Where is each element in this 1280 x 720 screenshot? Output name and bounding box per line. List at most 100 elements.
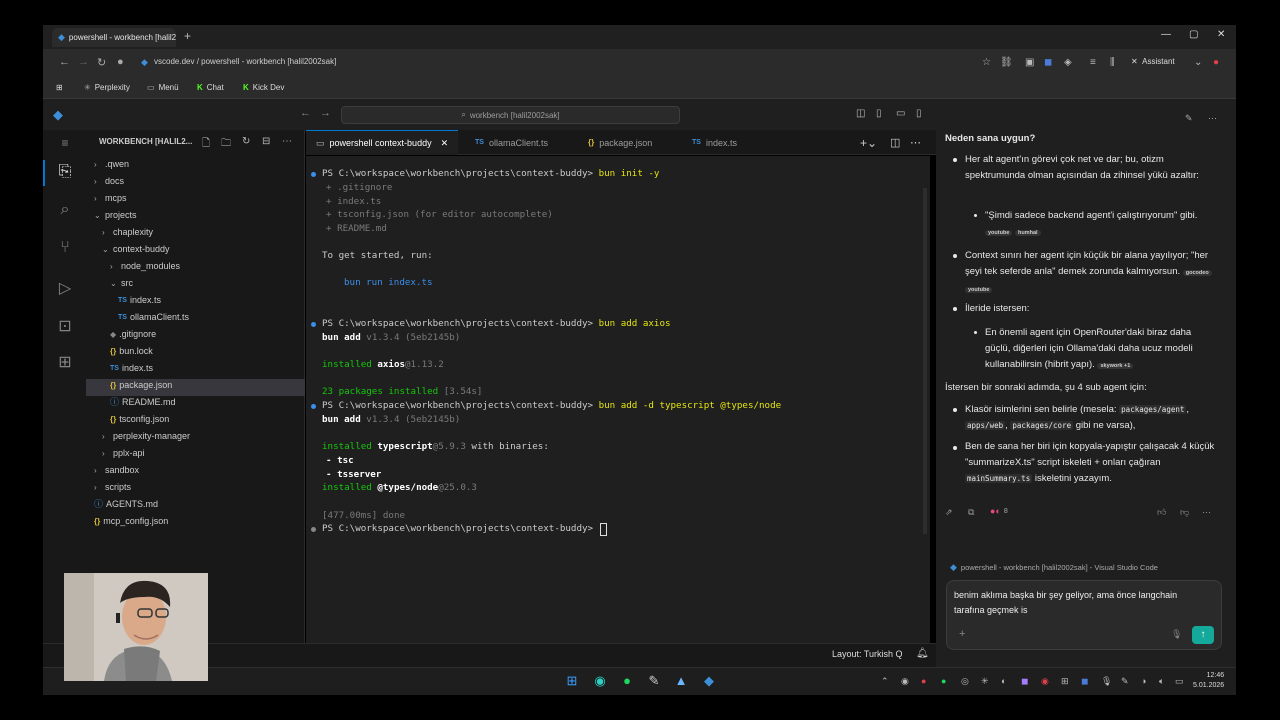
tree-file[interactable]: ⓘ README.md xyxy=(110,394,176,411)
run-debug-icon[interactable]: ▷ xyxy=(55,278,75,298)
add-terminal-icon[interactable]: +⌄ xyxy=(860,136,877,150)
tree-folder[interactable]: › node_modules xyxy=(110,258,180,275)
tab-package-json[interactable]: {} package.json xyxy=(578,130,662,155)
thumbs-down-icon[interactable]: 👎︎ xyxy=(1180,507,1189,518)
tray-app-icon[interactable]: ◉ xyxy=(901,676,909,687)
tray-spotify-icon[interactable]: ● xyxy=(941,676,946,686)
bookmark-kick-dev[interactable]: K Kick Dev xyxy=(243,83,284,92)
source-control-icon[interactable]: ⑂ xyxy=(55,239,75,257)
back-icon[interactable]: ← xyxy=(59,56,70,68)
tray-app-icon[interactable]: ✳ xyxy=(981,676,989,687)
app-icon[interactable]: ▲ xyxy=(672,673,690,688)
copy-icon[interactable]: ⧉ xyxy=(968,507,974,518)
bell-icon[interactable]: 🔔︎ xyxy=(916,648,929,659)
bookmark-perplexity[interactable]: ✳ Perplexity xyxy=(84,83,130,92)
taskbar-clock[interactable]: 12:46 5.01.2026 xyxy=(1193,671,1224,691)
bookmark-chat[interactable]: K Chat xyxy=(197,83,224,92)
forward-icon[interactable]: → xyxy=(78,56,89,68)
split-icon[interactable]: ⫼ xyxy=(1110,57,1115,68)
forward-arrow-icon[interactable]: → xyxy=(320,107,331,119)
terminal-scrollbar[interactable] xyxy=(923,188,927,534)
link-icon[interactable]: ⛓ xyxy=(1000,57,1013,68)
tray-app-icon[interactable]: ● xyxy=(921,676,926,686)
tree-folder[interactable]: › mcps xyxy=(94,190,127,207)
browser-tab[interactable]: ◆ powershell - workbench [halil2002sak] xyxy=(52,28,176,47)
chevron-down-icon[interactable]: ⌄ xyxy=(1194,57,1202,68)
tray-app-icon[interactable]: ◼ xyxy=(1081,676,1088,687)
tree-file[interactable]: {} tsconfig.json xyxy=(110,411,169,428)
tray-chevron-icon[interactable]: ⌃ xyxy=(881,676,889,687)
share-icon[interactable]: ⇗ xyxy=(945,507,953,518)
tree-folder[interactable]: ⌄ src xyxy=(110,275,133,292)
url-field[interactable]: vscode.dev / powershell - workbench [hal… xyxy=(154,57,336,66)
assistant-button[interactable]: ✕ Assistant xyxy=(1131,57,1175,66)
extensions-icon[interactable]: ⊞ xyxy=(55,352,75,372)
new-file-icon[interactable]: 🗋 xyxy=(202,136,210,153)
tray-app-icon[interactable]: ◼ xyxy=(1021,676,1028,687)
context-tab-chip[interactable]: ◆ powershell - workbench [halil2002sak] -… xyxy=(950,562,1158,573)
tray-app-icon[interactable]: ◐ xyxy=(1001,676,1006,686)
tray-app-icon[interactable]: ◉ xyxy=(1041,676,1049,687)
tray-mic-icon[interactable]: 🎙︎ xyxy=(1101,676,1112,687)
tree-file[interactable]: TS index.ts xyxy=(118,292,161,309)
browser-icon[interactable]: ◉ xyxy=(591,673,609,689)
add-attachment-icon[interactable]: + xyxy=(959,628,965,640)
tray-app-icon[interactable]: ◎ xyxy=(961,676,969,687)
tray-network-icon[interactable]: ◑ xyxy=(1141,676,1146,686)
tray-volume-icon[interactable]: 🔈︎ xyxy=(1159,676,1164,687)
edit-icon[interactable]: ✎ xyxy=(1185,113,1193,124)
profile-icon[interactable]: ● xyxy=(1213,57,1219,68)
bookmark-menu[interactable]: ▭ Menü xyxy=(147,83,179,92)
more-icon[interactable]: ⋯ xyxy=(1208,113,1217,124)
tree-file[interactable]: TS index.ts xyxy=(110,360,153,377)
layout-icon[interactable]: ◫ xyxy=(856,108,865,119)
command-center[interactable]: ⌕ workbench [halil2002sak] xyxy=(341,106,680,124)
more-icon[interactable]: ⋯ xyxy=(1202,507,1211,518)
new-tab-button[interactable]: + xyxy=(184,29,191,43)
tree-folder[interactable]: › perplexity-manager xyxy=(102,428,190,445)
tree-folder[interactable]: › .qwen xyxy=(94,156,129,173)
more-actions-icon[interactable]: ⋯ xyxy=(282,136,292,147)
tree-folder[interactable]: › docs xyxy=(94,173,124,190)
tray-app-icon[interactable]: ⊞ xyxy=(1061,676,1069,687)
toggle-panel-icon[interactable]: ▭ xyxy=(896,108,905,119)
toggle-sidebar-icon[interactable]: ▯ xyxy=(876,108,882,119)
send-button[interactable]: ↑ xyxy=(1192,626,1214,644)
mic-icon[interactable]: 🎙︎ xyxy=(1171,629,1182,640)
maximize-button[interactable]: ▢ xyxy=(1189,29,1198,40)
tray-battery-icon[interactable]: ▭ xyxy=(1175,676,1184,687)
close-icon[interactable]: ✕ xyxy=(441,138,449,149)
tree-folder[interactable]: › scripts xyxy=(94,479,131,496)
search-icon[interactable]: ⌕ xyxy=(55,201,75,219)
tree-folder[interactable]: › chaplexity xyxy=(102,224,153,241)
tab-index-ts[interactable]: TS index.ts xyxy=(682,130,747,155)
windows-start-icon[interactable]: ⊞ xyxy=(563,673,581,689)
tree-folder[interactable]: ⌄ projects xyxy=(94,207,137,224)
notepad-icon[interactable]: ✎ xyxy=(645,673,663,689)
split-editor-icon[interactable]: ◫ xyxy=(890,136,900,149)
spotify-icon[interactable]: ● xyxy=(618,673,636,688)
toggle-secondary-sidebar-icon[interactable]: ▯ xyxy=(916,108,922,119)
chat-input-text[interactable]: benim aklıma başka bir şey geliyor, ama … xyxy=(954,588,1184,618)
tray-pen-icon[interactable]: ✎ xyxy=(1121,676,1129,687)
collapse-all-icon[interactable]: ⊟ xyxy=(262,136,270,147)
tree-file[interactable]: TS ollamaClient.ts xyxy=(118,309,189,326)
tree-folder[interactable]: › pplx-api xyxy=(102,445,145,462)
explorer-icon[interactable]: ⎘ xyxy=(55,163,75,181)
tree-file[interactable]: ⓘ AGENTS.md xyxy=(94,496,158,513)
vscode-icon[interactable]: ◆ xyxy=(700,673,718,689)
refresh-icon[interactable]: ↻ xyxy=(242,136,250,147)
star-icon[interactable]: ☆ xyxy=(982,57,991,68)
minimize-button[interactable]: — xyxy=(1161,29,1171,40)
tree-folder[interactable]: ⌄ context-buddy xyxy=(102,241,170,258)
reload-icon[interactable]: ↻ xyxy=(97,56,106,69)
keyboard-layout-status[interactable]: Layout: Turkish Q xyxy=(832,649,903,659)
tab-ollamaclient[interactable]: TS ollamaClient.ts xyxy=(465,130,558,155)
tree-file[interactable]: ◆ .gitignore xyxy=(110,326,156,343)
remote-icon[interactable]: ⊡ xyxy=(55,316,75,336)
shield-icon[interactable]: ◼ xyxy=(1044,57,1052,68)
menu-icon[interactable]: ≡ xyxy=(55,136,75,150)
tree-file[interactable]: {} bun.lock xyxy=(110,343,153,360)
apps-grid-icon[interactable]: ⊞ xyxy=(56,83,63,92)
tree-file[interactable]: {} package.json xyxy=(110,377,172,394)
